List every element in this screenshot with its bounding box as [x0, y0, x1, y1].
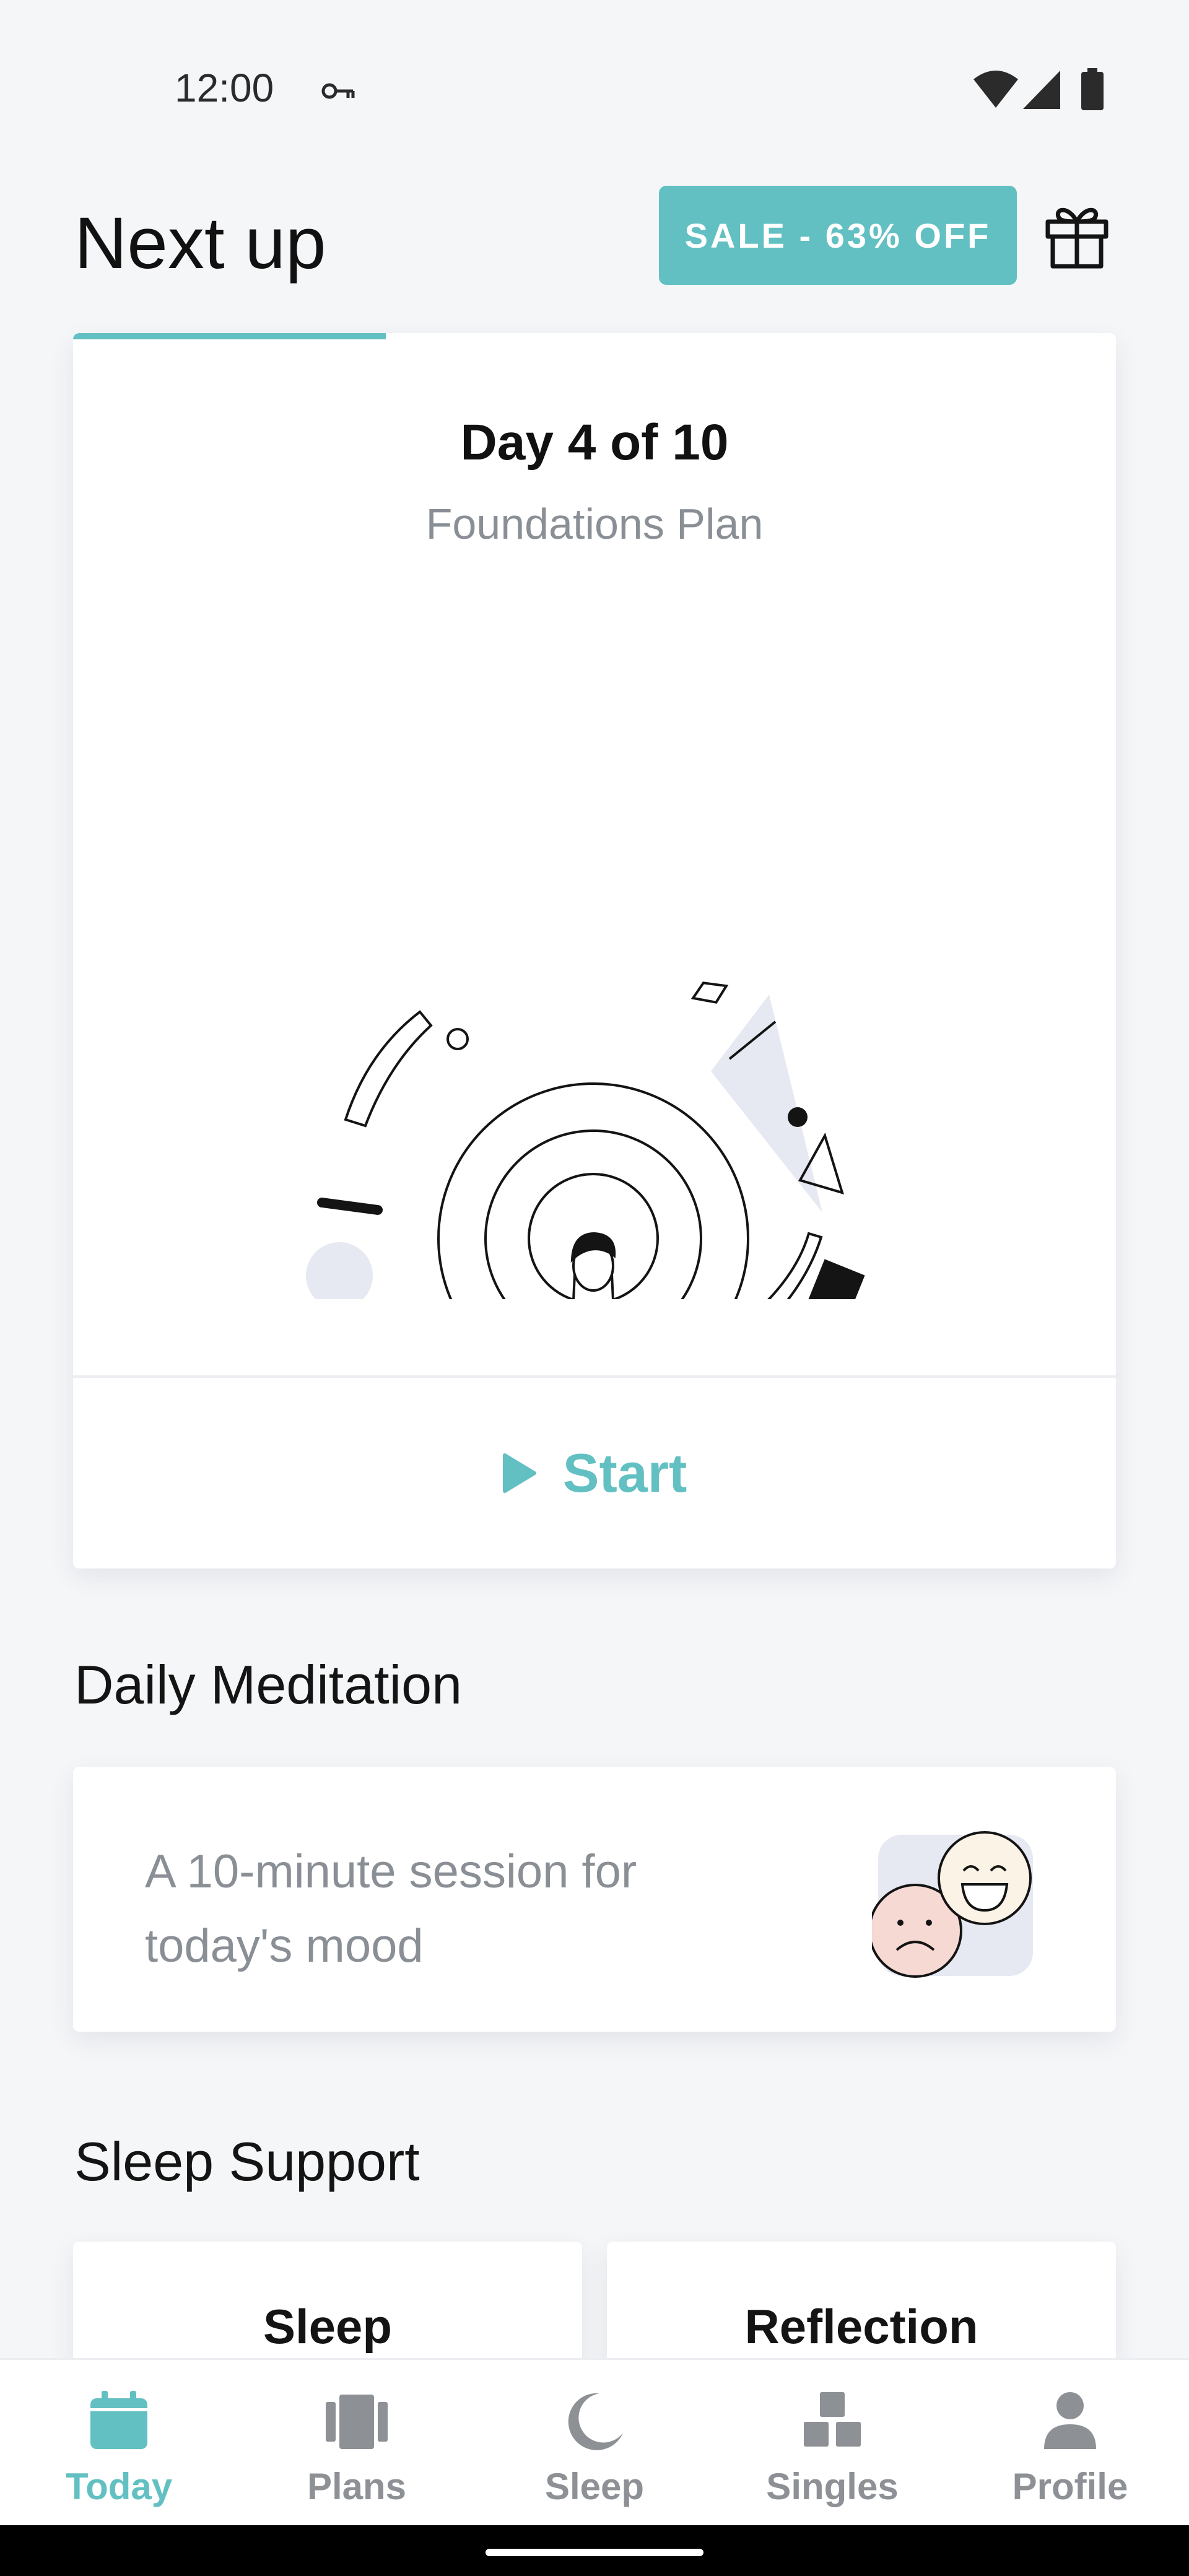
plan-day-label: Day 4 of 10: [460, 414, 729, 471]
daily-meditation-card[interactable]: A 10-minute session for today's mood: [73, 1767, 1116, 2032]
daily-meditation-description: A 10-minute session for today's mood: [145, 1845, 637, 1972]
nav-profile[interactable]: Profile: [951, 2360, 1189, 2527]
nav-sleep[interactable]: Sleep: [476, 2360, 713, 2527]
calendar-icon: [90, 2391, 147, 2449]
nav-sleep-label: Sleep: [544, 2466, 645, 2507]
nav-profile-label: Profile: [1012, 2466, 1128, 2507]
gift-icon[interactable]: [1044, 202, 1110, 269]
mood-faces-icon: [872, 1831, 1033, 1978]
status-time: 12:00: [175, 66, 274, 110]
cell-signal-icon: [1023, 71, 1060, 109]
nav-today[interactable]: Today: [0, 2360, 238, 2527]
sleep-support-heading: Sleep Support: [74, 2131, 420, 2192]
nav-today-label: Today: [65, 2466, 173, 2507]
bottom-nav: Today Plans Sleep Singles Profile: [0, 2358, 1189, 2527]
person-icon: [1044, 2392, 1096, 2449]
plan-progress-fill: [73, 333, 386, 339]
play-icon: [502, 1453, 536, 1493]
battery-icon: [1081, 68, 1104, 110]
blocks-icon: [804, 2392, 861, 2447]
reflection-card-label: Reflection: [744, 2299, 978, 2354]
sleep-card-label: Sleep: [263, 2299, 393, 2354]
moon-icon: [568, 2393, 623, 2450]
plans-icon: [326, 2395, 388, 2449]
start-label: Start: [562, 1442, 687, 1503]
start-button[interactable]: Start: [73, 1378, 1116, 1569]
plan-name: Foundations Plan: [425, 500, 764, 548]
nav-singles-label: Singles: [766, 2466, 899, 2507]
wifi-icon: [973, 71, 1018, 108]
page-title: Next up: [74, 202, 326, 284]
sale-button[interactable]: SALE - 63% OFF: [659, 186, 1017, 285]
nav-plans-label: Plans: [307, 2466, 407, 2507]
home-gesture-handle[interactable]: [486, 2549, 703, 2556]
plan-card[interactable]: Day 4 of 10 Foundations Plan Start: [73, 333, 1116, 1569]
daily-meditation-heading: Daily Meditation: [74, 1654, 463, 1715]
plan-progress-bar: [73, 333, 1116, 339]
nav-singles[interactable]: Singles: [713, 2360, 951, 2527]
nav-plans[interactable]: Plans: [238, 2360, 476, 2527]
meditation-illustration: [306, 981, 865, 1299]
vpn-key-icon: [321, 83, 355, 99]
